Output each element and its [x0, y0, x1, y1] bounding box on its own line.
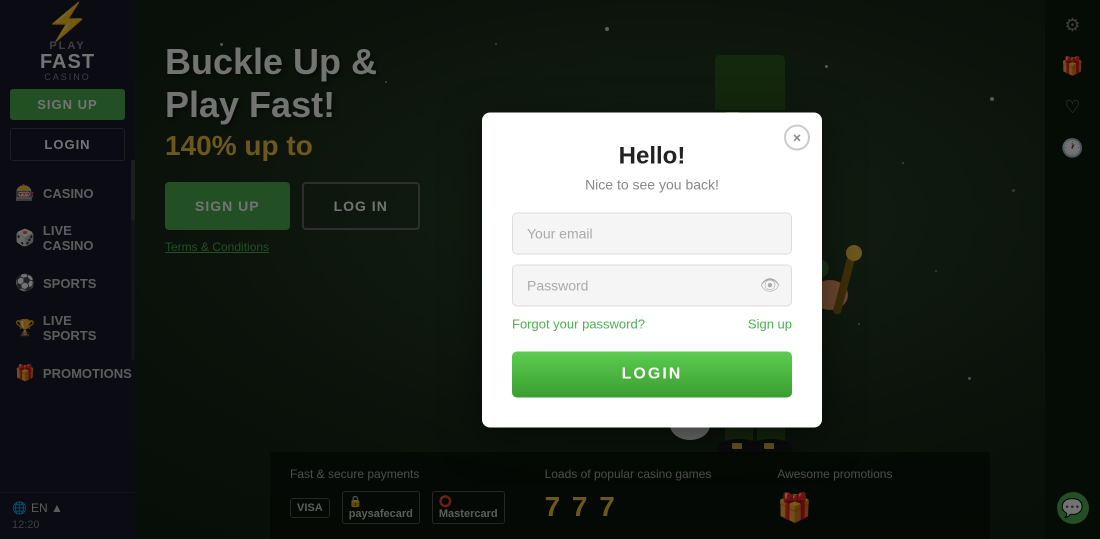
password-input[interactable] [512, 264, 792, 306]
modal-links: Forgot your password? Sign up [512, 316, 792, 331]
modal-subtitle: Nice to see you back! [512, 176, 792, 192]
login-modal: × Hello! Nice to see you back! 👁 Forgot … [482, 112, 822, 427]
sign-up-link[interactable]: Sign up [748, 316, 792, 331]
forgot-password-link[interactable]: Forgot your password? [512, 316, 645, 331]
modal-close-button[interactable]: × [784, 124, 810, 150]
toggle-password-icon[interactable]: 👁 [760, 275, 780, 295]
email-input[interactable] [512, 212, 792, 254]
modal-login-button[interactable]: LOGIN [512, 351, 792, 397]
password-wrapper: 👁 [512, 264, 792, 306]
modal-title: Hello! [512, 142, 792, 170]
